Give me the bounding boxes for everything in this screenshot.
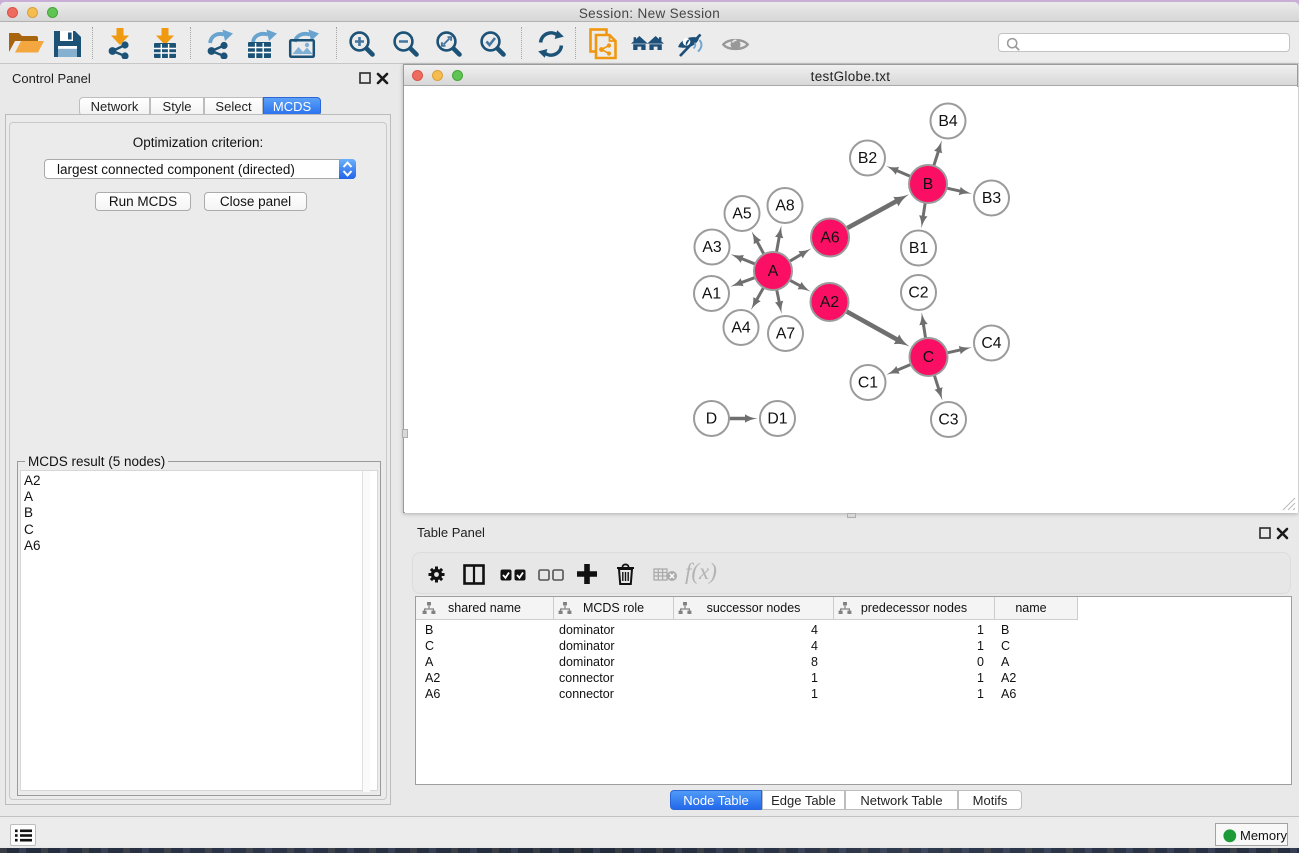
svg-text:C4: C4 — [981, 335, 1001, 352]
svg-text:A7: A7 — [776, 326, 795, 343]
svg-text:A3: A3 — [702, 239, 722, 256]
svg-text:A: A — [768, 263, 779, 280]
svg-text:C: C — [923, 349, 934, 366]
svg-text:A6: A6 — [820, 230, 840, 247]
svg-text:B4: B4 — [938, 113, 958, 130]
svg-text:A2: A2 — [820, 294, 839, 311]
svg-text:A5: A5 — [732, 206, 752, 223]
svg-text:C1: C1 — [858, 375, 878, 392]
svg-text:B2: B2 — [858, 150, 877, 167]
svg-text:A4: A4 — [731, 320, 751, 337]
svg-text:C3: C3 — [938, 412, 958, 429]
svg-text:D: D — [706, 411, 717, 428]
svg-text:B3: B3 — [982, 190, 1002, 207]
svg-text:C2: C2 — [908, 285, 928, 302]
svg-text:B: B — [923, 176, 934, 193]
svg-text:B1: B1 — [909, 240, 929, 257]
svg-text:A1: A1 — [702, 286, 722, 303]
svg-text:D1: D1 — [767, 411, 787, 428]
svg-text:A8: A8 — [775, 198, 795, 215]
